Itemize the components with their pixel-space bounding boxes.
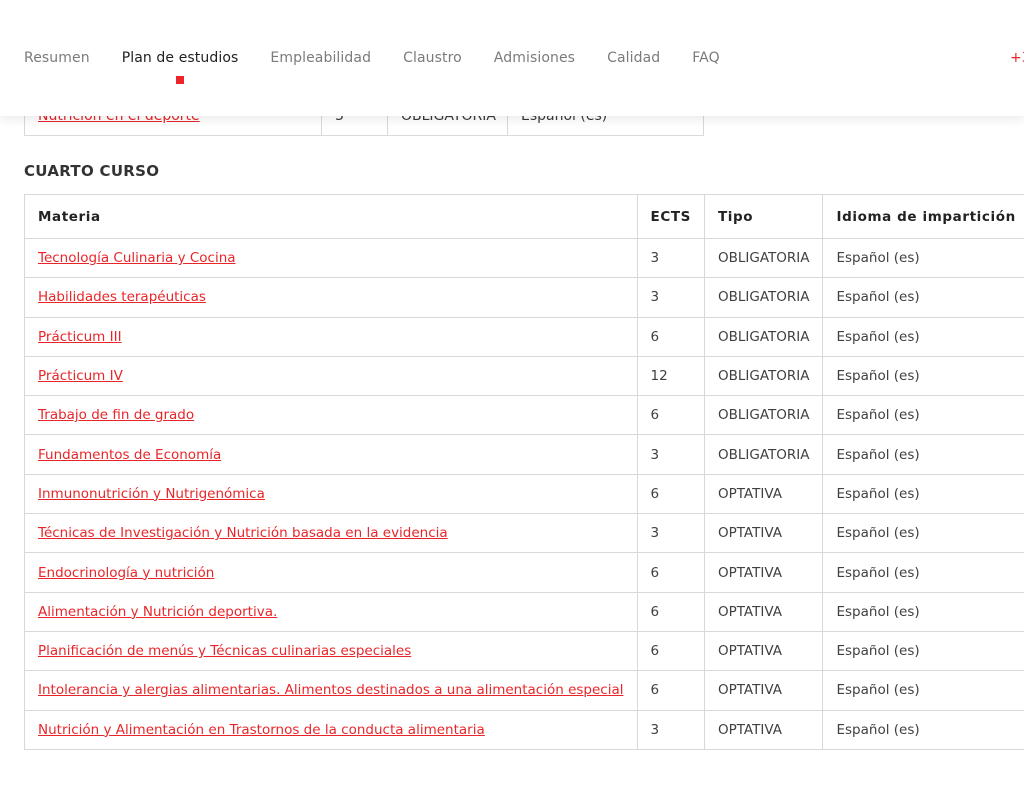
tipo-cell: OBLIGATORIA — [703, 316, 824, 357]
idioma-cell: Español (es) — [822, 434, 1024, 475]
tipo-cell: OPTATIVA — [703, 552, 824, 593]
table-row: Fundamentos de Economía 3 OBLIGATORIA Españ… — [24, 434, 1024, 475]
table-row: Prácticum IV 12 OBLIGATORIA Español (es) — [24, 355, 1024, 397]
materia-cell: Prácticum IV — [24, 355, 638, 397]
ects-cell: 3 — [636, 709, 705, 750]
page: Nutrición en el deporte 3 OBLIGATORIA Es… — [0, 0, 1024, 801]
tab-claustro[interactable]: Claustro — [403, 50, 462, 66]
ects-cell: 3 — [636, 513, 705, 554]
materia-cell: Habilidades terapéuticas — [24, 277, 638, 318]
idioma-cell: Español (es) — [822, 709, 1024, 750]
tipo-cell: OPTATIVA — [703, 591, 824, 632]
tipo-cell: OPTATIVA — [703, 513, 824, 554]
materia-cell: Trabajo de fin de grado — [24, 395, 638, 436]
idioma-cell: Español (es) — [822, 355, 1024, 397]
header-materia: Materia — [24, 194, 638, 239]
materia-cell: Nutrición y Alimentación en Trastornos d… — [24, 709, 638, 750]
ects-cell: 3 — [636, 434, 705, 475]
materia-cell: Tecnología Culinaria y Cocina — [24, 237, 638, 279]
section-title: CUARTO CURSO — [24, 162, 160, 180]
ects-cell: 12 — [636, 355, 705, 397]
ects-cell: 3 — [636, 237, 705, 279]
tab-resumen[interactable]: Resumen — [24, 50, 90, 66]
course-link[interactable]: Fundamentos de Economía — [38, 447, 221, 463]
top-navigation: Resumen Plan de estudios Empleabilidad C… — [0, 0, 1024, 116]
course-link[interactable]: Alimentación y Nutrición deportiva. — [38, 604, 277, 620]
ects-cell: 6 — [636, 670, 705, 711]
table-row: Técnicas de Investigación y Nutrición ba… — [24, 513, 1024, 554]
table-row: Prácticum III 6 OBLIGATORIA Español (es) — [24, 316, 1024, 357]
materia-cell: Endocrinología y nutrición — [24, 552, 638, 593]
tab-faq[interactable]: FAQ — [692, 50, 719, 66]
header-tipo: Tipo — [703, 194, 824, 239]
course-link[interactable]: Técnicas de Investigación y Nutrición ba… — [38, 525, 448, 541]
tipo-cell: OPTATIVA — [703, 670, 824, 711]
ects-cell: 6 — [636, 630, 705, 672]
materia-cell: Prácticum III — [24, 316, 638, 357]
idioma-cell: Español (es) — [822, 670, 1024, 711]
idioma-cell: Español (es) — [822, 552, 1024, 593]
tab-empleabilidad[interactable]: Empleabilidad — [270, 50, 371, 66]
materia-cell: Alimentación y Nutrición deportiva. — [24, 591, 638, 632]
ects-cell: 6 — [636, 473, 705, 515]
table-row: Endocrinología y nutrición 6 OPTATIVA Españ… — [24, 552, 1024, 593]
table-row: Planificación de menús y Técnicas culina… — [24, 630, 1024, 672]
idioma-cell: Español (es) — [822, 316, 1024, 357]
tab-plan-de-estudios-label: Plan de estudios — [121, 50, 239, 66]
idioma-cell: Español (es) — [822, 395, 1024, 436]
table-body: Tecnología Culinaria y Cocina 3 OBLIGATORI… — [24, 237, 1024, 750]
idioma-cell: Español (es) — [822, 277, 1024, 318]
ects-cell: 6 — [636, 591, 705, 632]
table-header-row: Materia ECTS Tipo Idioma de impartición — [24, 194, 1024, 239]
materia-cell: Fundamentos de Economía — [24, 434, 638, 475]
course-link[interactable]: Trabajo de fin de grado — [38, 407, 194, 423]
tab-admisiones[interactable]: Admisiones — [494, 50, 575, 66]
phone-link[interactable]: +3 — [1010, 50, 1024, 66]
materia-cell: Planificación de menús y Técnicas culina… — [24, 630, 638, 672]
tipo-cell: OBLIGATORIA — [703, 434, 824, 475]
course-link[interactable]: Intolerancia y alergias alimentarias. Al… — [38, 682, 624, 698]
course-link[interactable]: Nutrición y Alimentación en Trastornos d… — [38, 722, 485, 738]
materia-cell: Inmunonutrición y Nutrigenómica — [24, 473, 638, 515]
tipo-cell: OBLIGATORIA — [703, 237, 824, 279]
course-link[interactable]: Habilidades terapéuticas — [38, 289, 206, 305]
table-row: Nutrición y Alimentación en Trastornos d… — [24, 709, 1024, 750]
tab-plan-de-estudios[interactable]: Plan de estudios — [121, 50, 239, 84]
header-ects: ECTS — [636, 194, 705, 239]
table-row: Inmunonutrición y Nutrigenómica 6 OPTATIVA… — [24, 473, 1024, 515]
table-row: Habilidades terapéuticas 3 OBLIGATORIA Espa… — [24, 277, 1024, 318]
idioma-cell: Español (es) — [822, 473, 1024, 515]
nav-tabs: Resumen Plan de estudios Empleabilidad C… — [24, 50, 720, 84]
table-row: Alimentación y Nutrición deportiva. 6 OPTA… — [24, 591, 1024, 632]
header-idioma: Idioma de impartición — [822, 194, 1024, 239]
course-link[interactable]: Planificación de menús y Técnicas culina… — [38, 643, 411, 659]
active-tab-indicator — [176, 76, 185, 84]
idioma-cell: Español (es) — [822, 630, 1024, 672]
tipo-cell: OBLIGATORIA — [703, 395, 824, 436]
table-row: Intolerancia y alergias alimentarias. Al… — [24, 670, 1024, 711]
tipo-cell: OPTATIVA — [703, 473, 824, 515]
tipo-cell: OBLIGATORIA — [703, 355, 824, 397]
tipo-cell: OPTATIVA — [703, 709, 824, 750]
ects-cell: 6 — [636, 316, 705, 357]
course-link[interactable]: Tecnología Culinaria y Cocina — [38, 250, 236, 266]
ects-cell: 3 — [636, 277, 705, 318]
idioma-cell: Español (es) — [822, 591, 1024, 632]
ects-cell: 6 — [636, 552, 705, 593]
table-row: Trabajo de fin de grado 6 OBLIGATORIA Españ… — [24, 395, 1024, 436]
tipo-cell: OBLIGATORIA — [703, 277, 824, 318]
course-link[interactable]: Prácticum III — [38, 329, 122, 345]
courses-table: Materia ECTS Tipo Idioma de impartición … — [24, 194, 1024, 750]
table-row: Tecnología Culinaria y Cocina 3 OBLIGATORI… — [24, 237, 1024, 279]
materia-cell: Técnicas de Investigación y Nutrición ba… — [24, 513, 638, 554]
tab-calidad[interactable]: Calidad — [607, 50, 660, 66]
materia-cell: Intolerancia y alergias alimentarias. Al… — [24, 670, 638, 711]
course-link[interactable]: Inmunonutrición y Nutrigenómica — [38, 486, 265, 502]
course-link[interactable]: Prácticum IV — [38, 368, 123, 384]
ects-cell: 6 — [636, 395, 705, 436]
tipo-cell: OPTATIVA — [703, 630, 824, 672]
idioma-cell: Español (es) — [822, 237, 1024, 279]
course-link[interactable]: Endocrinología y nutrición — [38, 565, 214, 581]
idioma-cell: Español (es) — [822, 513, 1024, 554]
